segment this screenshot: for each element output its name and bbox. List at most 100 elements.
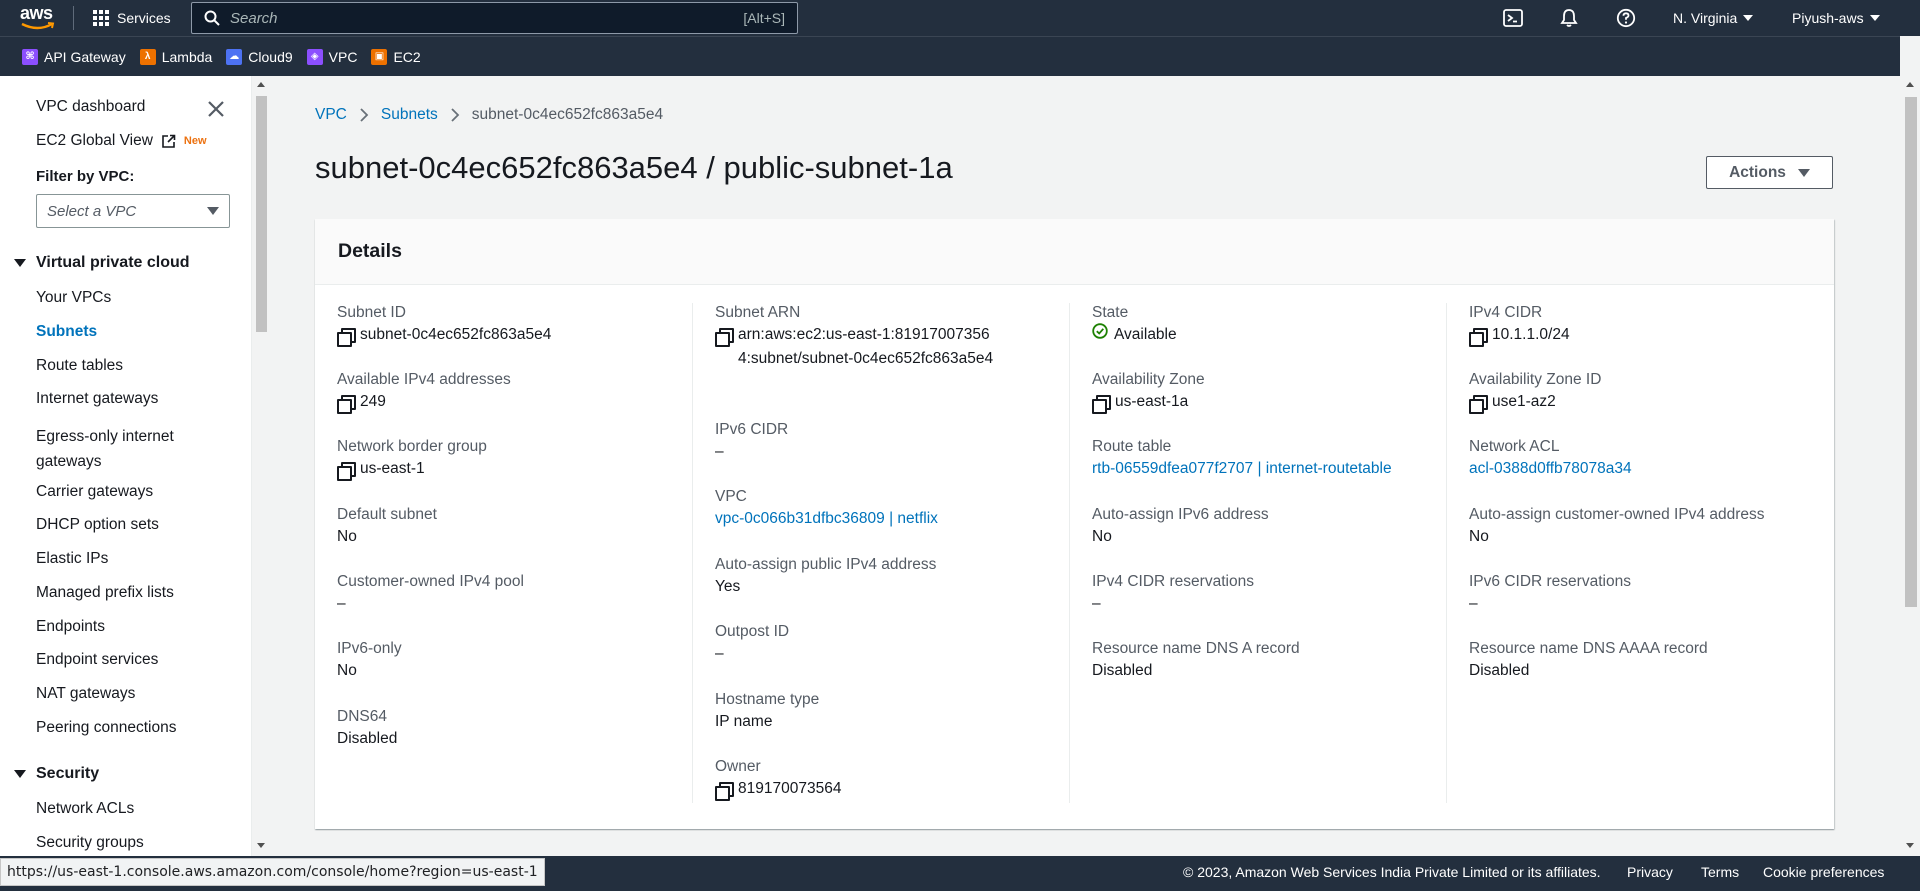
- field-value-text: subnet-0c4ec652fc863a5e4: [360, 326, 552, 343]
- field-label: Auto-assign IPv6 address: [1092, 506, 1269, 523]
- copy-icon[interactable]: [1469, 395, 1488, 414]
- sidebar-item-internet-gateways[interactable]: Internet gateways: [36, 390, 158, 408]
- sidebar-item-your-vpcs[interactable]: Your VPCs: [36, 289, 111, 307]
- help-icon[interactable]: [1616, 0, 1636, 36]
- sidebar-item-network-acls[interactable]: Network ACLs: [36, 800, 134, 818]
- vpc-filter-placeholder: Select a VPC: [47, 202, 137, 220]
- search-box[interactable]: [Alt+S]: [191, 2, 798, 34]
- cloudshell-icon[interactable]: [1503, 0, 1523, 36]
- copy-icon[interactable]: [1092, 395, 1111, 414]
- account-menu[interactable]: Piyush-aws: [1792, 0, 1880, 36]
- copy-icon[interactable]: [337, 395, 356, 414]
- field-ipv4-cidr: IPv4 CIDR 10.1.1.0/24: [1469, 303, 1819, 347]
- field-value-text: –: [1092, 595, 1101, 612]
- privacy-link[interactable]: Privacy: [1627, 864, 1673, 880]
- chevron-right-icon: [451, 108, 460, 122]
- field-value: use1-az2: [1469, 390, 1819, 414]
- terms-link[interactable]: Terms: [1701, 864, 1739, 880]
- field-label: IPv6 CIDR reservations: [1469, 573, 1631, 590]
- field-label: Resource name DNS A record: [1092, 640, 1300, 657]
- browser-status-url: https://us-east-1.console.aws.amazon.com…: [0, 858, 545, 886]
- field-value-text: Yes: [715, 578, 741, 595]
- field-label: Availability Zone ID: [1469, 371, 1602, 388]
- field-value-text[interactable]: rtb-06559dfea077f2707 | internet-routeta…: [1092, 457, 1392, 481]
- external-link-icon: [162, 134, 176, 148]
- field-value: –: [337, 592, 687, 616]
- favorite-cloud9[interactable]: ☁ Cloud9: [226, 48, 293, 65]
- scroll-up-icon[interactable]: [257, 82, 265, 87]
- field-value-text: No: [1469, 528, 1489, 545]
- favorite-vpc[interactable]: ◈ VPC: [306, 48, 357, 65]
- sidebar-item-endpoint-services[interactable]: Endpoint services: [36, 651, 158, 669]
- aws-logo[interactable]: aws: [20, 3, 56, 33]
- section-security[interactable]: Security: [14, 765, 99, 783]
- scrollbar-thumb[interactable]: [1905, 97, 1917, 607]
- sidebar-item-managed-prefix-lists[interactable]: Managed prefix lists: [36, 584, 174, 602]
- sidebar-scrollbar[interactable]: [252, 76, 270, 856]
- sidebar-item-endpoints[interactable]: Endpoints: [36, 618, 105, 636]
- close-icon[interactable]: [207, 100, 225, 118]
- scrollbar-thumb[interactable]: [256, 96, 267, 332]
- scroll-up-icon[interactable]: [1906, 82, 1914, 87]
- section-virtual-private-cloud[interactable]: Virtual private cloud: [14, 254, 190, 272]
- field-value: us-east-1a: [1092, 390, 1442, 414]
- copy-icon[interactable]: [337, 462, 356, 481]
- field-auto-assign-customer-owned-ipv4-address: Auto-assign customer-owned IPv4 address N…: [1469, 505, 1819, 549]
- favorite-api-gateway[interactable]: ⌘ API Gateway: [22, 48, 126, 65]
- services-menu-button[interactable]: Services: [93, 0, 171, 36]
- check-circle-icon: [1092, 323, 1108, 339]
- favorite-label: Cloud9: [248, 48, 293, 65]
- field-value[interactable]: acl-0388d0ffb78078a34: [1469, 457, 1819, 481]
- copy-icon[interactable]: [715, 782, 734, 801]
- field-network-acl: Network ACL acl-0388d0ffb78078a34: [1469, 437, 1819, 481]
- field-value-text[interactable]: acl-0388d0ffb78078a34: [1469, 457, 1632, 481]
- sidebar-item-route-tables[interactable]: Route tables: [36, 357, 123, 375]
- favorite-label: Lambda: [161, 48, 213, 65]
- region-selector[interactable]: N. Virginia: [1673, 0, 1754, 36]
- field-value-text: 249: [360, 393, 386, 410]
- grid-menu-icon: [93, 10, 109, 26]
- copy-icon[interactable]: [715, 328, 734, 347]
- breadcrumb-subnets[interactable]: Subnets: [381, 106, 438, 124]
- field-ipv4-cidr-reservations: IPv4 CIDR reservations –: [1092, 572, 1442, 616]
- sidebar-item-ec2-global-view[interactable]: EC2 Global View New: [36, 132, 207, 150]
- field-value[interactable]: rtb-06559dfea077f2707 | internet-routeta…: [1092, 457, 1442, 481]
- breadcrumb-vpc[interactable]: VPC: [315, 106, 347, 124]
- global-view-label: EC2 Global View: [36, 132, 153, 149]
- sidebar-item-subnets[interactable]: Subnets: [36, 323, 97, 341]
- field-value: subnet-0c4ec652fc863a5e4: [337, 323, 687, 347]
- field-value-text: No: [1092, 528, 1112, 545]
- scroll-down-icon[interactable]: [257, 843, 265, 848]
- copy-icon[interactable]: [337, 328, 356, 347]
- search-input[interactable]: [230, 9, 744, 27]
- sidebar-item-security-groups[interactable]: Security groups: [36, 834, 144, 852]
- field-value[interactable]: vpc-0c066b31dfbc36809 | netflix: [715, 507, 1065, 531]
- favorite-ec2[interactable]: ▣ EC2: [371, 48, 421, 65]
- copy-icon[interactable]: [1469, 328, 1488, 347]
- actions-label: Actions: [1729, 163, 1786, 181]
- vpc-filter-select[interactable]: Select a VPC: [36, 194, 230, 228]
- sidebar-item-carrier-gateways[interactable]: Carrier gateways: [36, 483, 153, 501]
- field-value-text: us-east-1: [360, 460, 425, 477]
- services-label: Services: [117, 10, 171, 26]
- sidebar-item-elastic-ips[interactable]: Elastic IPs: [36, 550, 108, 568]
- cookie-preferences-link[interactable]: Cookie preferences: [1763, 864, 1884, 880]
- field-label: Availability Zone: [1092, 371, 1205, 388]
- field-value: –: [1092, 592, 1442, 616]
- field-ipv6-cidr: IPv6 CIDR –: [715, 420, 1065, 464]
- field-label: Resource name DNS AAAA record: [1469, 640, 1708, 657]
- scroll-down-icon[interactable]: [1906, 843, 1914, 848]
- search-icon: [204, 10, 220, 26]
- sidebar-item-peering-connections[interactable]: Peering connections: [36, 719, 176, 737]
- sidebar-item-dhcp-option-sets[interactable]: DHCP option sets: [36, 516, 159, 534]
- sidebar-item-nat-gateways[interactable]: NAT gateways: [36, 685, 135, 703]
- sidebar-item-vpc-dashboard[interactable]: VPC dashboard: [36, 98, 145, 116]
- bell-icon[interactable]: [1560, 0, 1578, 36]
- sidebar-item-egress-only-internet-gateways[interactable]: Egress-only internet gateways: [36, 424, 196, 474]
- sidebar: VPC dashboard EC2 Global View New Filter…: [0, 76, 252, 856]
- copyright-text: © 2023, Amazon Web Services India Privat…: [1183, 864, 1601, 880]
- actions-button[interactable]: Actions: [1706, 156, 1833, 189]
- field-value-text[interactable]: vpc-0c066b31dfbc36809 | netflix: [715, 507, 938, 531]
- favorite-lambda[interactable]: λ Lambda: [139, 48, 213, 65]
- main-scrollbar[interactable]: [1900, 76, 1920, 856]
